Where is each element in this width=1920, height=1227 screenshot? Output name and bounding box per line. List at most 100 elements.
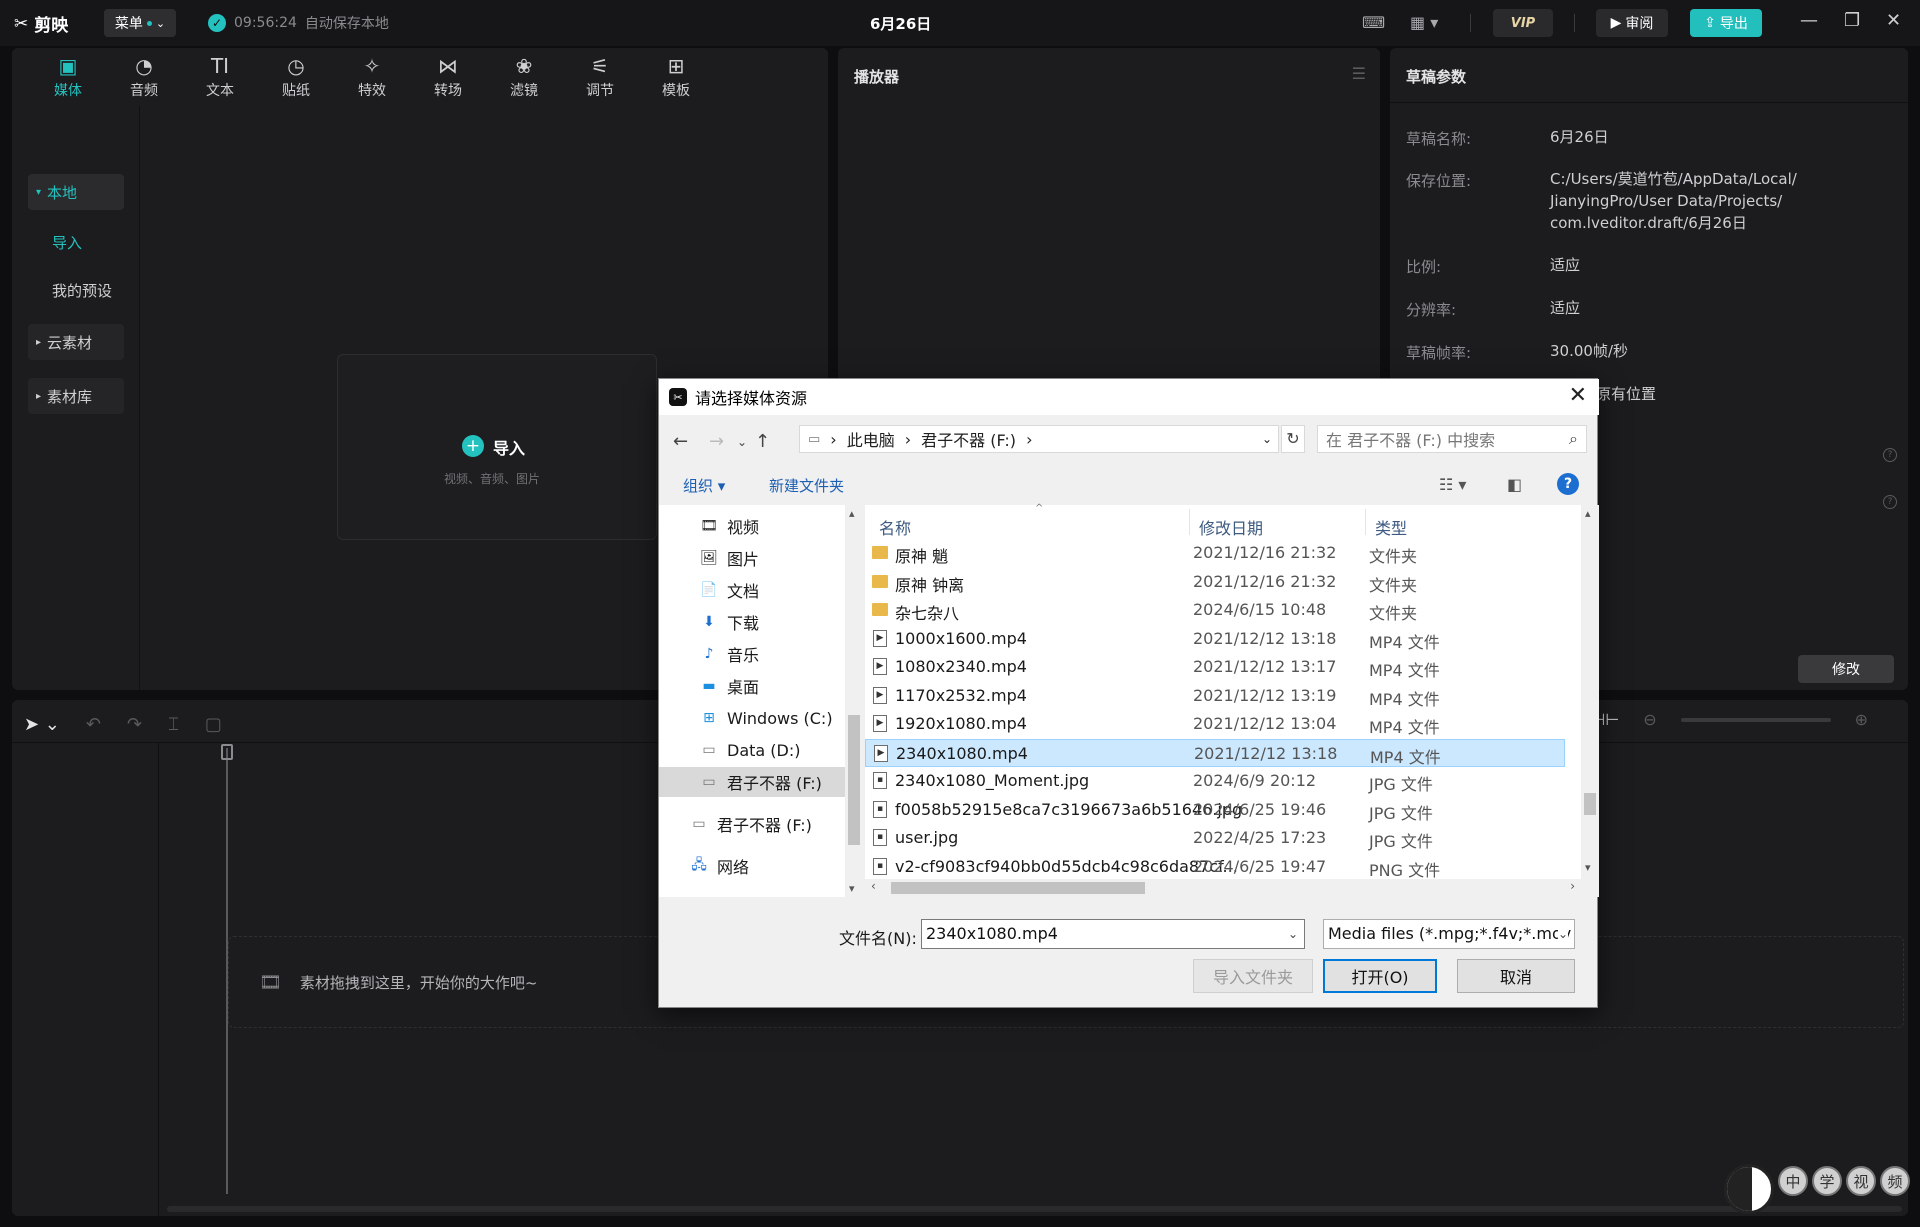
file-row[interactable]: ▶ 1080x2340.mp4 2021/12/12 13:17 MP4 文件 [865, 653, 1565, 681]
chevron-down-icon[interactable]: ⌄ [1288, 920, 1298, 948]
new-folder-button[interactable]: 新建文件夹 [769, 475, 844, 496]
nav-item-documents[interactable]: 📄 文档 [659, 575, 845, 605]
tab-filter[interactable]: ❀ 滤镜 [486, 48, 562, 106]
back-arrow-icon[interactable]: ← [673, 431, 688, 452]
split-icon[interactable]: ⌶ [168, 714, 179, 735]
file-row[interactable]: 杂七杂八 2024/6/15 10:48 文件夹 [865, 596, 1565, 624]
column-type[interactable]: 类型 [1375, 515, 1407, 539]
zoom-in-icon[interactable]: ⊕ [1855, 710, 1868, 729]
nav-item-videos[interactable]: 🎞 视频 [659, 511, 845, 541]
vip-button[interactable]: VIP [1493, 9, 1553, 37]
modify-button[interactable]: 修改 [1798, 655, 1894, 683]
scroll-thumb[interactable] [891, 882, 1145, 894]
file-row[interactable]: ▶ 1920x1080.mp4 2021/12/12 13:04 MP4 文件 [865, 710, 1565, 738]
file-row[interactable]: 原神 钟离 2021/12/16 21:32 文件夹 [865, 568, 1565, 596]
column-date[interactable]: 修改日期 [1199, 515, 1263, 539]
redo-icon[interactable]: ↷ [127, 714, 142, 735]
hamburger-menu-icon[interactable]: ☰ [1352, 64, 1366, 83]
refresh-icon[interactable]: ↻ [1281, 425, 1305, 453]
review-button[interactable]: ▶ 审阅 [1596, 9, 1668, 37]
address-dropdown-icon[interactable]: ⌄ [1262, 432, 1272, 446]
scroll-up-icon[interactable]: ▴ [849, 507, 855, 520]
up-arrow-icon[interactable]: ↑ [755, 431, 770, 452]
tab-adjust[interactable]: ⚟ 调节 [562, 48, 638, 106]
help-circle-icon[interactable]: ? [1883, 448, 1897, 462]
nav-scrollbar[interactable]: ▴ ▾ [845, 505, 863, 897]
column-divider[interactable] [1189, 509, 1190, 535]
sidebar-item-cloud[interactable]: ▸ 云素材 [28, 324, 124, 360]
zoom-out-icon[interactable]: ⊖ [1643, 710, 1656, 729]
file-row[interactable]: ▪ 2340x1080_Moment.jpg 2024/6/9 20:12 JPG 文… [865, 767, 1565, 795]
file-type-select[interactable]: Media files (*.mpg;*.f4v;*.mov ⌄ [1323, 919, 1575, 949]
nav-item-desktop[interactable]: ▬ 桌面 [659, 671, 845, 701]
file-list-hscrollbar[interactable]: ‹ › [865, 879, 1581, 897]
chevron-down-icon[interactable]: ⌄ [1557, 920, 1568, 948]
timeline-scrollbar[interactable] [167, 1206, 1902, 1212]
address-bar[interactable]: ▭ › 此电脑 › 君子不器 (F:) › ⌄ [799, 425, 1279, 453]
scroll-left-icon[interactable]: ‹ [871, 879, 876, 893]
tab-media[interactable]: ▣ 媒体 [30, 48, 106, 106]
nav-item-drive-f-root[interactable]: ▭ 君子不器 (F:) [659, 809, 845, 839]
playhead-handle[interactable] [221, 744, 233, 760]
scroll-down-icon[interactable]: ▾ [1585, 861, 1591, 874]
sidebar-item-library[interactable]: ▸ 素材库 [28, 378, 124, 414]
tab-audio[interactable]: ◔ 音频 [106, 48, 182, 106]
nav-item-drive-d[interactable]: ▭ Data (D:) [659, 735, 845, 765]
cancel-button[interactable]: 取消 [1457, 959, 1575, 993]
undo-icon[interactable]: ↶ [86, 714, 101, 735]
keyboard-icon[interactable]: ⌨ [1362, 13, 1385, 32]
cursor-select-icon[interactable]: ➤ ⌄ [24, 714, 60, 735]
scroll-right-icon[interactable]: › [1570, 879, 1575, 893]
layout-icon[interactable]: ▦ ▾ [1410, 13, 1438, 32]
sidebar-item-local[interactable]: ▾ 本地 [28, 174, 124, 210]
file-row[interactable]: ▪ v2-cf9083cf940bb0d55dcb4c98c6da87cf... 2… [865, 853, 1565, 881]
delete-icon[interactable]: ▢ [205, 714, 222, 735]
menu-button[interactable]: 菜单 ⌄ [104, 9, 176, 37]
search-input[interactable]: 在 君子不器 (F:) 中搜索 ⌕ [1317, 425, 1587, 453]
nav-item-pictures[interactable]: 🖼 图片 [659, 543, 845, 573]
nav-item-network[interactable]: 🖧 网络 [659, 851, 845, 881]
nav-item-drive-c[interactable]: ⊞ Windows (C:) [659, 703, 845, 733]
scroll-down-icon[interactable]: ▾ [849, 882, 855, 895]
close-icon[interactable]: ✕ [1569, 383, 1587, 408]
help-icon[interactable]: ? [1557, 473, 1579, 495]
file-row[interactable]: ▶ 1000x1600.mp4 2021/12/12 13:18 MP4 文件 [865, 625, 1565, 653]
sidebar-item-presets[interactable]: 我的预设 [44, 272, 140, 308]
sidebar-item-import[interactable]: 导入 [44, 224, 140, 260]
view-options-icon[interactable]: ☷ ▾ [1439, 475, 1466, 494]
tab-sticker[interactable]: ◷ 贴纸 [258, 48, 334, 106]
import-folder-button[interactable]: 导入文件夹 [1193, 959, 1313, 993]
scroll-up-icon[interactable]: ▴ [1585, 507, 1591, 520]
file-row[interactable]: 原神 魈 2021/12/16 21:32 文件夹 [865, 539, 1565, 567]
filename-input[interactable]: 2340x1080.mp4 ⌄ [921, 919, 1305, 949]
breadcrumb-drive[interactable]: 君子不器 (F:) [921, 427, 1016, 451]
nav-item-drive-f[interactable]: ▭ 君子不器 (F:) [659, 767, 845, 797]
export-button[interactable]: ⇪ 导出 [1690, 9, 1762, 37]
forward-arrow-icon[interactable]: → [709, 431, 724, 452]
tab-transition[interactable]: ⋈ 转场 [410, 48, 486, 106]
import-dropzone[interactable]: + 导入 视频、音频、图片 [337, 354, 657, 540]
preview-pane-icon[interactable]: ◧ [1507, 475, 1522, 494]
column-divider[interactable] [1365, 509, 1366, 535]
zoom-slider[interactable] [1680, 717, 1831, 722]
file-row[interactable]: ▪ user.jpg 2022/4/25 17:23 JPG 文件 [865, 824, 1565, 852]
close-icon[interactable]: ✕ [1886, 10, 1901, 31]
scroll-thumb[interactable] [848, 715, 860, 845]
tab-text[interactable]: TI 文本 [182, 48, 258, 106]
recent-locations-chevron-icon[interactable]: ⌄ [737, 435, 747, 449]
nav-item-music[interactable]: ♪ 音乐 [659, 639, 845, 669]
scroll-thumb[interactable] [1584, 793, 1596, 815]
open-button[interactable]: 打开(O) [1323, 959, 1437, 993]
file-row[interactable]: ▪ f0058b52915e8ca7c3196673a6b51646.jpg 202… [865, 796, 1565, 824]
file-list-scrollbar[interactable]: ▴ ▾ [1581, 505, 1599, 897]
organize-menu[interactable]: 组织 ▾ [683, 475, 725, 496]
tab-template[interactable]: ⊞ 模板 [638, 48, 714, 106]
nav-item-downloads[interactable]: ⬇ 下载 [659, 607, 845, 637]
file-row[interactable]: ▶ 2340x1080.mp4 2021/12/12 13:18 MP4 文件 [865, 738, 1565, 767]
minimize-icon[interactable]: — [1800, 10, 1818, 31]
column-name[interactable]: 名称 [879, 515, 911, 539]
tab-effects[interactable]: ✧ 特效 [334, 48, 410, 106]
maximize-icon[interactable]: ❐ [1844, 10, 1860, 31]
breadcrumb-pc[interactable]: 此电脑 [847, 427, 895, 451]
file-row[interactable]: ▶ 1170x2532.mp4 2021/12/12 13:19 MP4 文件 [865, 682, 1565, 710]
